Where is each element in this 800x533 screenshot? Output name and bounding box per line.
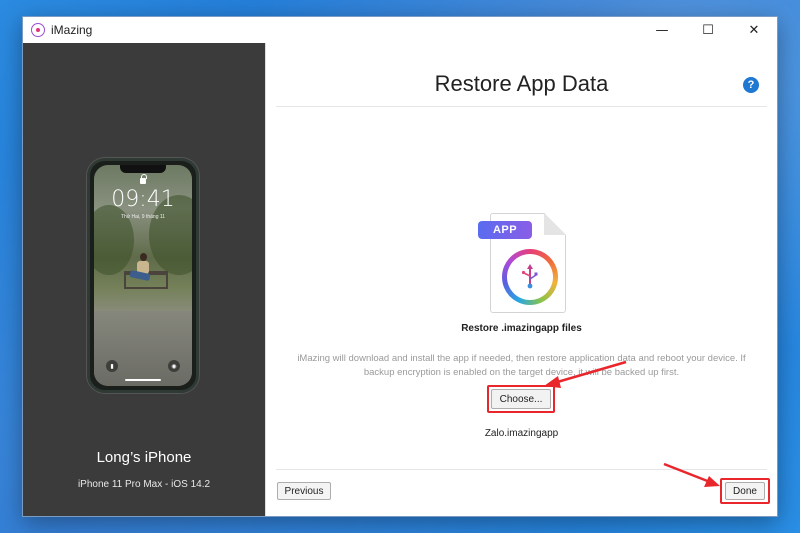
phone-notch [120,165,166,173]
home-indicator [125,379,161,381]
window-controls: — ☐ ✕ [639,17,777,43]
lock-screen-time: 09:41 [111,187,175,212]
previous-button[interactable]: Previous [277,482,331,500]
minimize-button[interactable]: — [639,17,685,43]
person-figure [129,253,154,289]
imazing-window: iMazing — ☐ ✕ 09:41 Thứ Hai, 9 tháng 11 … [22,16,778,517]
file-caption: Restore .imazingapp files [461,323,582,334]
lock-screen-date: Thứ Hai, 9 tháng 11 [120,214,166,220]
page-title: Restore App Data [434,71,609,96]
imazing-app-logo-icon [502,249,558,305]
camera-icon: ◉ [168,360,180,372]
help-icon[interactable]: ? [743,77,759,93]
file-fold [544,213,566,235]
info-text: iMazing will download and install the ap… [297,353,746,378]
restore-panel: Restore App Data ? APP Restore .imazinga… [265,43,777,516]
window-body: 09:41 Thứ Hai, 9 tháng 11 ▮ ◉ Long’s iPh… [23,43,777,516]
lock-icon [140,174,147,184]
choose-button[interactable]: Choose... [491,389,551,409]
app-type-tag: APP [478,221,532,239]
divider [276,469,767,470]
imazingapp-file-icon: APP [478,213,566,313]
divider [276,106,767,107]
title-bar: iMazing — ☐ ✕ [23,17,777,43]
close-button[interactable]: ✕ [731,17,777,43]
flashlight-icon: ▮ [106,360,118,372]
device-name: Long’s iPhone [96,449,192,466]
maximize-button[interactable]: ☐ [685,17,731,43]
iphone-image: 09:41 Thứ Hai, 9 tháng 11 ▮ ◉ [87,158,199,393]
usb-icon [521,264,538,289]
done-button[interactable]: Done [725,482,765,500]
device-sidebar: 09:41 Thứ Hai, 9 tháng 11 ▮ ◉ Long’s iPh… [23,43,265,516]
lock-screen: 09:41 Thứ Hai, 9 tháng 11 ▮ ◉ [94,165,192,386]
device-model: iPhone 11 Pro Max - iOS 14.2 [77,479,211,490]
window-title: iMazing [51,23,93,37]
ground [94,311,192,386]
selected-file-name: Zalo.imazingapp [484,428,559,439]
imazing-logo-icon [31,23,45,37]
